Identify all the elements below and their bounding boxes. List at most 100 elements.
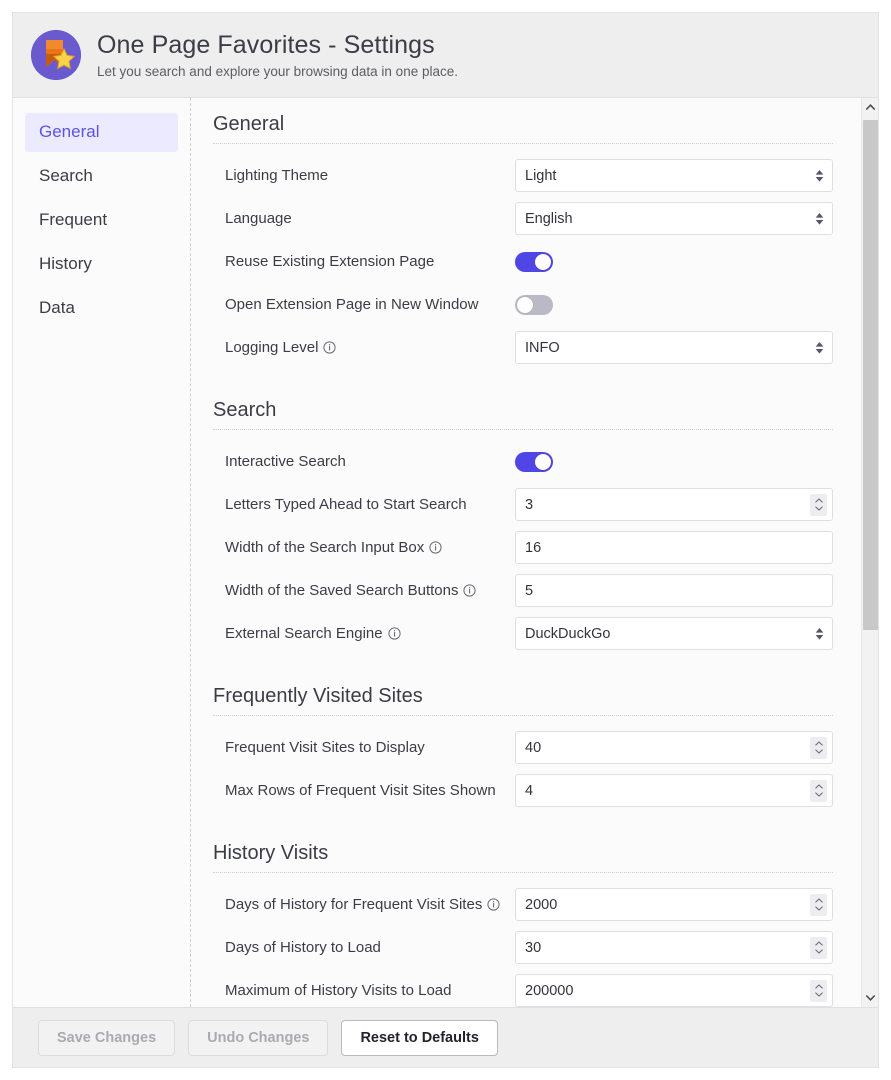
setting-row: External Search Engine DuckDuckGo <box>213 612 833 655</box>
sidebar: General Search Frequent History Data <box>13 98 191 1007</box>
language-select[interactable]: English <box>515 202 833 235</box>
setting-label-text: Interactive Search <box>225 453 346 470</box>
setting-label: Logging Level <box>213 339 515 356</box>
setting-field <box>515 974 833 1007</box>
select-arrows-icon <box>815 169 824 182</box>
setting-label-text: Max Rows of Frequent Visit Sites Shown <box>225 782 496 799</box>
setting-label: External Search Engine <box>213 625 515 642</box>
setting-row: Days of History to Load <box>213 926 833 969</box>
sidebar-item-general[interactable]: General <box>25 113 178 152</box>
setting-row: Days of History for Frequent Visit Sites <box>213 883 833 926</box>
settings-window: One Page Favorites - Settings Let you se… <box>12 12 879 1068</box>
info-icon[interactable] <box>487 898 500 911</box>
setting-field <box>515 888 833 921</box>
reset-to-defaults-button[interactable]: Reset to Defaults <box>341 1019 498 1056</box>
setting-field <box>515 774 833 807</box>
width-of-the-search-input-box-input[interactable] <box>515 531 833 564</box>
bookmark-star-icon <box>31 30 81 80</box>
vertical-scrollbar[interactable] <box>861 98 878 1007</box>
info-icon[interactable] <box>323 341 337 354</box>
setting-label-text: Reuse Existing Extension Page <box>225 253 435 270</box>
setting-label: Max Rows of Frequent Visit Sites Shown <box>213 782 515 799</box>
setting-row: Logging Level INFO <box>213 326 833 369</box>
app-header: One Page Favorites - Settings Let you se… <box>13 13 878 98</box>
section-history-visits: History Visits Days of History for Freque… <box>213 842 833 1007</box>
setting-label: Letters Typed Ahead to Start Search <box>213 496 515 513</box>
setting-field <box>515 574 833 607</box>
info-icon[interactable] <box>429 541 442 554</box>
setting-field <box>515 488 833 521</box>
setting-label: Interactive Search <box>213 453 515 470</box>
sidebar-item-data[interactable]: Data <box>25 289 178 328</box>
number-field-wrapper <box>515 974 833 1007</box>
section-heading: Search <box>213 399 833 430</box>
setting-field: English <box>515 202 833 235</box>
number-spinner[interactable] <box>810 979 827 1002</box>
interactive-search-toggle[interactable] <box>515 451 553 472</box>
number-spinner[interactable] <box>810 736 827 759</box>
setting-label: Days of History for Frequent Visit Sites <box>213 896 515 913</box>
setting-row: Open Extension Page in New Window <box>213 283 833 326</box>
setting-field <box>515 531 833 564</box>
setting-row: Max Rows of Frequent Visit Sites Shown <box>213 769 833 812</box>
number-field-wrapper <box>515 731 833 764</box>
reuse-existing-extension-page-toggle[interactable] <box>515 251 553 272</box>
setting-field: Light <box>515 159 833 192</box>
button-label: Save Changes <box>57 1029 157 1046</box>
toggle-knob <box>535 453 551 470</box>
setting-row: Letters Typed Ahead to Start Search <box>213 483 833 526</box>
sidebar-item-search[interactable]: Search <box>25 157 178 196</box>
setting-row: Frequent Visit Sites to Display <box>213 726 833 769</box>
section-heading: History Visits <box>213 842 833 873</box>
button-label: Undo Changes <box>207 1029 310 1046</box>
open-extension-page-in-new-window-toggle[interactable] <box>515 294 553 315</box>
setting-field: INFO <box>515 331 833 364</box>
number-field-wrapper <box>515 774 833 807</box>
number-spinner[interactable] <box>810 936 827 959</box>
setting-label-text: Width of the Saved Search Buttons <box>225 582 459 599</box>
setting-label: Frequent Visit Sites to Display <box>213 739 515 756</box>
days-of-history-to-load-input[interactable] <box>515 931 833 964</box>
scrollbar-thumb[interactable] <box>863 120 878 630</box>
number-spinner[interactable] <box>810 493 827 516</box>
number-field-wrapper <box>515 888 833 921</box>
setting-row: Reuse Existing Extension Page <box>213 240 833 283</box>
sidebar-item-history[interactable]: History <box>25 245 178 284</box>
page-subtitle: Let you search and explore your browsing… <box>97 64 458 80</box>
maximum-of-history-visits-to-load-input[interactable] <box>515 974 833 1007</box>
chevron-down-icon[interactable] <box>862 989 879 1007</box>
width-of-the-saved-search-buttons-input[interactable] <box>515 574 833 607</box>
settings-body: General Search Frequent History Data Gen… <box>13 98 878 1007</box>
undo-changes-button[interactable]: Undo Changes <box>188 1019 329 1056</box>
setting-field <box>515 294 833 315</box>
logging-level-select[interactable]: INFO <box>515 331 833 364</box>
setting-label-text: Open Extension Page in New Window <box>225 296 479 313</box>
setting-label: Reuse Existing Extension Page <box>213 253 515 270</box>
save-changes-button[interactable]: Save Changes <box>38 1019 176 1056</box>
setting-label: Width of the Saved Search Buttons <box>213 582 515 599</box>
info-icon[interactable] <box>388 627 401 640</box>
chevron-up-icon[interactable] <box>862 98 879 116</box>
lighting-theme-select[interactable]: Light <box>515 159 833 192</box>
setting-row: Width of the Search Input Box <box>213 526 833 569</box>
max-rows-of-frequent-visit-sites-shown-input[interactable] <box>515 774 833 807</box>
section-search: Search Interactive Search Letters Typed Ah… <box>213 399 833 655</box>
external-search-engine-select[interactable]: DuckDuckGo <box>515 617 833 650</box>
number-spinner[interactable] <box>810 779 827 802</box>
letters-typed-ahead-to-start-search-input[interactable] <box>515 488 833 521</box>
select-value: INFO <box>525 339 560 356</box>
days-of-history-for-frequent-visit-sites-input[interactable] <box>515 888 833 921</box>
select-value: Light <box>525 167 557 184</box>
setting-label-text: Maximum of History Visits to Load <box>225 982 452 999</box>
select-arrows-icon <box>815 341 824 354</box>
setting-row: Maximum of History Visits to Load <box>213 969 833 1007</box>
number-spinner[interactable] <box>810 893 827 916</box>
frequent-visit-sites-to-display-input[interactable] <box>515 731 833 764</box>
section-heading: Frequently Visited Sites <box>213 685 833 716</box>
sidebar-item-frequent[interactable]: Frequent <box>25 201 178 240</box>
sidebar-item-label: Frequent <box>39 209 108 229</box>
setting-row: Lighting Theme Light <box>213 154 833 197</box>
info-icon[interactable] <box>463 584 477 597</box>
sidebar-item-label: Data <box>39 297 75 317</box>
select-value: DuckDuckGo <box>525 625 611 642</box>
